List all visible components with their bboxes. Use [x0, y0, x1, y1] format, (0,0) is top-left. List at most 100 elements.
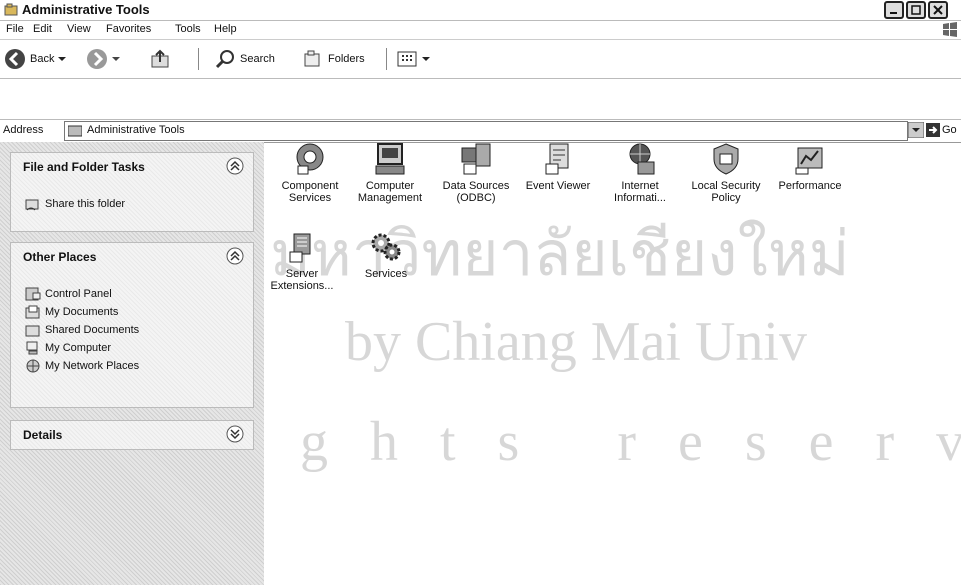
shared-documents-icon [25, 325, 40, 337]
security-policy-icon [713, 143, 739, 175]
minimize-button[interactable] [884, 1, 904, 19]
share-folder-link[interactable]: Share this folder [25, 197, 125, 211]
task-pane: File and Folder Tasks Share this folder … [0, 142, 264, 585]
back-button[interactable]: Back [4, 46, 67, 72]
computer-management-label: Computer Management [357, 180, 423, 204]
performance-label: Performance [778, 180, 842, 192]
control-panel-icon [25, 287, 41, 301]
local-security-policy-item[interactable]: Local Security Policy [690, 142, 762, 204]
services-label: Services [364, 268, 408, 280]
internet-information-icon [629, 143, 655, 175]
search-icon [215, 50, 234, 69]
component-services-label: Component Services [281, 180, 339, 204]
minimize-icon [890, 12, 897, 14]
menu-edit[interactable]: Edit [33, 23, 52, 35]
details-header[interactable]: Details [11, 421, 253, 447]
search-label: Search [240, 53, 275, 65]
other-places-header[interactable]: Other Places [11, 243, 253, 269]
views-button[interactable] [396, 46, 430, 72]
local-security-policy-label: Local Security Policy [691, 180, 761, 204]
my-documents-label: My Documents [45, 306, 119, 318]
go-arrow-icon [926, 123, 940, 137]
search-button[interactable]: Search [214, 46, 275, 72]
services-item[interactable]: Services [350, 230, 422, 280]
menu-tools[interactable]: Tools [175, 23, 201, 35]
file-folder-tasks-header[interactable]: File and Folder Tasks [11, 153, 253, 179]
my-computer-link[interactable]: My Computer [25, 341, 111, 355]
go-button[interactable]: Go [926, 122, 957, 138]
data-sources-odbc-item[interactable]: Data Sources (ODBC) [440, 142, 512, 204]
address-label: Address [3, 124, 44, 136]
forward-button[interactable] [86, 46, 120, 72]
toolbar-separator [198, 48, 199, 70]
share-folder-icon [25, 199, 39, 211]
component-services-item[interactable]: Component Services [274, 142, 346, 204]
folder-tools-icon [4, 3, 18, 16]
menu-bar: File Edit View Favorites Tools Help [0, 21, 961, 40]
control-panel-link[interactable]: Control Panel [25, 287, 112, 301]
computer-management-item[interactable]: Computer Management [354, 142, 426, 204]
my-documents-link[interactable]: My Documents [25, 305, 118, 319]
up-button[interactable] [150, 46, 172, 72]
shared-documents-label: Shared Documents [45, 324, 140, 336]
address-value: Administrative Tools [87, 124, 185, 136]
admin-tools-icon [68, 125, 82, 137]
my-documents-icon [25, 305, 40, 319]
address-dropdown-icon[interactable] [908, 122, 924, 138]
menu-favorites[interactable]: Favorites [106, 23, 151, 35]
event-viewer-label: Event Viewer [525, 180, 591, 192]
window-title: Administrative Tools [22, 2, 150, 17]
server-extensions-item[interactable]: Server Extensions... [266, 230, 338, 292]
close-icon [933, 5, 943, 15]
folders-icon [304, 50, 320, 67]
server-extensions-label: Server Extensions... [270, 268, 334, 292]
menu-file[interactable]: File [6, 23, 24, 35]
computer-management-icon [375, 143, 405, 175]
other-places-title: Other Places [23, 250, 97, 264]
performance-item[interactable]: Performance [774, 142, 846, 192]
other-places-panel: Other Places Control Panel My Documents … [10, 242, 254, 408]
expand-chevron-icon[interactable] [225, 424, 245, 444]
menu-view[interactable]: View [67, 23, 91, 35]
maximize-icon [911, 5, 921, 15]
address-field[interactable]: Administrative Tools [64, 121, 908, 141]
chevron-down-icon [58, 57, 67, 61]
my-network-places-link[interactable]: My Network Places [25, 359, 139, 373]
file-folder-tasks-panel: File and Folder Tasks Share this folder [10, 152, 254, 232]
collapse-chevron-icon[interactable] [225, 246, 245, 266]
back-arrow-icon [5, 49, 25, 69]
component-services-icon [296, 143, 324, 175]
address-bar: Address Administrative Tools Go [0, 119, 961, 143]
internet-information-services-item[interactable]: Internet Informati... [604, 142, 676, 204]
menu-help[interactable]: Help [214, 23, 237, 35]
event-viewer-icon [545, 143, 569, 175]
services-gears-icon [371, 233, 401, 261]
event-viewer-item[interactable]: Event Viewer [522, 142, 594, 192]
my-computer-icon [26, 341, 38, 355]
folders-button[interactable]: Folders [302, 46, 365, 72]
collapse-chevron-icon[interactable] [225, 156, 245, 176]
back-label: Back [30, 53, 55, 65]
file-folder-tasks-title: File and Folder Tasks [23, 160, 145, 174]
folder-up-icon [151, 49, 169, 68]
forward-arrow-icon [87, 49, 107, 69]
toolbar-separator [386, 48, 387, 70]
close-button[interactable] [928, 1, 948, 19]
my-computer-label: My Computer [45, 342, 112, 354]
chevron-down-icon [422, 57, 430, 61]
shared-documents-link[interactable]: Shared Documents [25, 323, 139, 337]
data-sources-icon [461, 143, 491, 175]
toolbar: Back Search Folders [0, 40, 961, 79]
share-folder-label: Share this folder [45, 198, 126, 210]
windows-logo-icon [943, 22, 957, 37]
details-title: Details [23, 428, 63, 442]
title-bar: Administrative Tools [0, 0, 961, 21]
performance-icon [795, 147, 823, 175]
maximize-button[interactable] [906, 1, 926, 19]
views-grid-icon [397, 51, 417, 67]
internet-information-label: Internet Informati... [614, 180, 666, 204]
details-panel: Details [10, 420, 254, 450]
go-label: Go [942, 124, 957, 136]
my-network-places-label: My Network Places [45, 360, 140, 372]
server-extensions-icon [289, 233, 311, 263]
